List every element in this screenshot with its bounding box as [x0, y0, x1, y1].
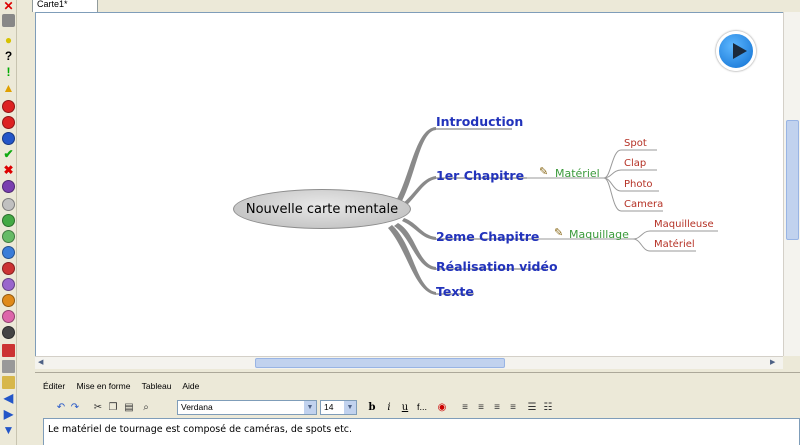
arrow-right-icon[interactable]: ▶ [0, 408, 17, 421]
priority-icon[interactable] [2, 246, 15, 259]
justify-icon[interactable]: ≡ [507, 400, 519, 415]
info-icon[interactable] [2, 132, 15, 145]
underline-icon[interactable]: u [399, 400, 411, 415]
size-value: 14 [324, 402, 334, 412]
format-toolbar: ↶ ↷ ✂ ❐ ▤ ⌕ Verdana ▼ 14 ▼ b i u f... ◉ … [43, 399, 800, 417]
tool-icon[interactable] [2, 360, 15, 373]
horizontal-scrollbar[interactable]: ◀ ▶ [35, 356, 783, 369]
font-size-select[interactable]: 14 ▼ [320, 400, 357, 415]
trash-icon[interactable] [2, 14, 15, 27]
child-camera[interactable]: Camera [624, 199, 663, 210]
scroll-left-icon[interactable]: ◀ [38, 357, 43, 368]
note-text-area[interactable]: Le matériel de tournage est composé de c… [43, 418, 800, 445]
menu-aide[interactable]: Aide [182, 381, 199, 391]
map-connectors [388, 127, 718, 295]
align-left-icon[interactable]: ≡ [459, 400, 471, 415]
record-icon[interactable]: ◉ [435, 400, 449, 415]
bold-icon[interactable]: b [366, 400, 378, 415]
child-maquilleuse[interactable]: Maquilleuse [654, 219, 714, 230]
menu-mise-en-forme[interactable]: Mise en forme [77, 381, 131, 391]
redo-icon[interactable]: ↷ [69, 400, 81, 415]
attribute-materiel[interactable]: Matériel [555, 167, 600, 180]
branch-introduction[interactable]: Introduction [436, 114, 523, 129]
priority-icon[interactable] [2, 180, 15, 193]
question-icon[interactable]: ? [0, 50, 17, 63]
bullet-list-icon[interactable]: ☰ [526, 400, 538, 415]
flag-icon[interactable] [2, 344, 15, 357]
align-right-icon[interactable]: ≡ [491, 400, 503, 415]
vertical-scrollbar[interactable] [783, 12, 800, 356]
mindmap-canvas[interactable]: Nouvelle carte mentale Introduction 1er … [35, 12, 783, 356]
arrow-left-icon[interactable]: ◀ [0, 392, 17, 405]
app-window: ✕ ● ? ! ▲ ✔ ✖ ◀ ▶ ▼ Carte1* Nouvelle car… [0, 0, 800, 445]
editor-menubar: Éditer Mise en forme Tableau Aide [43, 381, 208, 395]
font-select[interactable]: Verdana ▼ [177, 400, 317, 415]
exclamation-icon[interactable]: ! [0, 66, 17, 79]
minus-icon[interactable] [2, 116, 15, 129]
brush-icon: ✎ [554, 227, 564, 239]
priority-icon[interactable] [2, 278, 15, 291]
priority-icon[interactable] [2, 326, 15, 339]
child-photo[interactable]: Photo [624, 179, 653, 190]
priority-icon[interactable] [2, 310, 15, 323]
branch-texte[interactable]: Texte [436, 284, 474, 299]
play-icon[interactable] [716, 31, 756, 71]
note-editor: Éditer Mise en forme Tableau Aide ↶ ↷ ✂ … [35, 372, 800, 445]
cut-icon[interactable]: ✂ [92, 400, 104, 415]
tab-carte1[interactable]: Carte1* [32, 0, 98, 12]
tab-strip: Carte1* [19, 0, 800, 12]
priority-icon[interactable] [2, 198, 15, 211]
menu-editer[interactable]: Éditer [43, 381, 65, 391]
vertical-scroll-thumb[interactable] [786, 120, 799, 240]
align-center-icon[interactable]: ≡ [475, 400, 487, 415]
attribute-maquillage[interactable]: Maquillage [569, 228, 629, 241]
arrow-down-icon[interactable]: ▼ [0, 424, 17, 437]
icon-toolbar: ✕ ● ? ! ▲ ✔ ✖ ◀ ▶ ▼ [0, 0, 17, 445]
pencil-icon[interactable] [2, 376, 15, 389]
warning-icon[interactable]: ▲ [0, 82, 17, 95]
bulb-icon[interactable]: ● [0, 34, 17, 47]
priority-icon[interactable] [2, 262, 15, 275]
close-icon[interactable]: ✕ [0, 0, 17, 13]
paste-icon[interactable]: ▤ [123, 400, 135, 415]
priority-icon[interactable] [2, 230, 15, 243]
chevron-down-icon[interactable]: ▼ [344, 401, 356, 414]
stop-icon[interactable] [2, 100, 15, 113]
numbered-list-icon[interactable]: ☷ [542, 400, 554, 415]
find-icon[interactable]: ⌕ [139, 400, 153, 415]
copy-icon[interactable]: ❐ [107, 400, 119, 415]
child-clap[interactable]: Clap [624, 158, 646, 169]
brush-icon: ✎ [539, 166, 549, 178]
child-materiel[interactable]: Matériel [654, 239, 695, 250]
branch-chapitre-1[interactable]: 1er Chapitre [436, 168, 524, 183]
priority-icon[interactable] [2, 214, 15, 227]
priority-icon[interactable] [2, 294, 15, 307]
font-value: Verdana [181, 402, 213, 412]
italic-icon[interactable]: i [383, 400, 395, 415]
child-spot[interactable]: Spot [624, 138, 647, 149]
chevron-down-icon[interactable]: ▼ [304, 401, 316, 414]
branch-chapitre-2[interactable]: 2eme Chapitre [436, 229, 539, 244]
undo-icon[interactable]: ↶ [55, 400, 67, 415]
branch-realisation[interactable]: Réalisation vidéo [436, 259, 558, 274]
scroll-right-icon[interactable]: ▶ [770, 357, 775, 368]
check-icon[interactable]: ✔ [0, 148, 17, 161]
x-icon[interactable]: ✖ [0, 164, 17, 177]
horizontal-scroll-thumb[interactable] [255, 358, 505, 368]
central-node[interactable]: Nouvelle carte mentale [233, 189, 411, 229]
font-color-icon[interactable]: f... [415, 400, 429, 415]
menu-tableau[interactable]: Tableau [142, 381, 172, 391]
